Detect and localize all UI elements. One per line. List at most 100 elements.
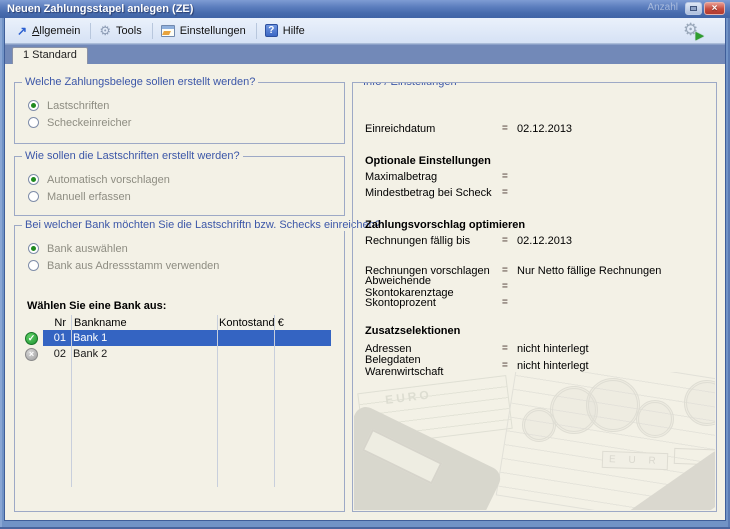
settings-window-icon bbox=[161, 25, 175, 37]
equals-icon: = bbox=[502, 265, 517, 276]
group-bank-auswahl: Bei welcher Bank möchten Sie die Lastsch… bbox=[14, 225, 345, 512]
app-window: Neuen Zahlungsstapel anlegen (ZE) Anzahl… bbox=[0, 0, 730, 529]
menu-einstellungen[interactable]: Einstellungen bbox=[155, 23, 254, 39]
field-value[interactable]: nicht hinterlegt bbox=[517, 360, 589, 372]
heading-zahlungsvorschlag: Zahlungsvorschlag optimieren bbox=[365, 217, 708, 232]
group-zahlungsbelege-title: Welche Zahlungsbelege sollen erstellt we… bbox=[22, 76, 258, 88]
table-gridline bbox=[274, 315, 275, 487]
bank-table: Nr Bankname Kontostand € ✓ 01 Bank 1 bbox=[25, 315, 331, 362]
title-bar: Neuen Zahlungsstapel anlegen (ZE) Anzahl… bbox=[0, 0, 730, 18]
field-abweichende-skontokarenztage: Abweichende Skontokarenztage = bbox=[365, 279, 708, 294]
heading-zusatzselektionen: Zusatzselektionen bbox=[365, 323, 708, 338]
menu-tools-label: Tools bbox=[116, 25, 142, 37]
field-maximalbetrag: Maximalbetrag = bbox=[365, 169, 708, 184]
equals-icon: = bbox=[502, 281, 517, 292]
dock-icon bbox=[690, 6, 697, 11]
group-info-einstellungen: Info / Einstellungen Einreichdatum = 02.… bbox=[352, 82, 717, 512]
arrow-up-right-icon: ↗ bbox=[17, 25, 27, 37]
radio-bank-auswaehlen-label: Bank auswählen bbox=[47, 243, 128, 255]
cell-bankname: Bank 2 bbox=[70, 348, 215, 360]
field-label: Belegdaten Warenwirtschaft bbox=[365, 354, 502, 378]
content-area: Welche Zahlungsbelege sollen erstellt we… bbox=[5, 64, 725, 520]
field-value[interactable]: 02.12.2013 bbox=[517, 123, 572, 135]
toolbar-separator bbox=[152, 23, 153, 39]
radio-selected-icon bbox=[28, 174, 39, 185]
group-lastschriften-art-title: Wie sollen die Lastschriften erstellt we… bbox=[22, 150, 243, 162]
radio-bank-auswaehlen[interactable]: Bank auswählen bbox=[28, 240, 344, 257]
bank-table-caption: Wählen Sie eine Bank aus: bbox=[27, 300, 344, 312]
field-label: Maximalbetrag bbox=[365, 171, 502, 183]
menu-hilfe-label: Hilfe bbox=[283, 25, 305, 37]
tab-standard[interactable]: 1 Standard bbox=[12, 47, 88, 64]
equals-icon: = bbox=[502, 235, 517, 246]
radio-selected-icon bbox=[28, 100, 39, 111]
window-title: Neuen Zahlungsstapel anlegen (ZE) bbox=[7, 3, 193, 15]
field-mindestbetrag-scheck: Mindestbetrag bei Scheck = bbox=[365, 185, 708, 200]
field-rechnungen-faellig-bis: Rechnungen fällig bis = 02.12.2013 bbox=[365, 233, 708, 248]
toolbar-separator bbox=[256, 23, 257, 39]
equals-icon: = bbox=[502, 297, 517, 308]
menu-allgemein[interactable]: ↗ Allgemein bbox=[11, 23, 88, 39]
right-panel: Info / Einstellungen Einreichdatum = 02.… bbox=[352, 76, 717, 512]
coin-shape bbox=[522, 408, 556, 442]
left-panel: Welche Zahlungsbelege sollen erstellt we… bbox=[14, 76, 345, 512]
radio-unselected-icon bbox=[28, 191, 39, 202]
field-label: Einreichdatum bbox=[365, 123, 502, 135]
radio-unselected-icon bbox=[28, 117, 39, 128]
menu-hilfe[interactable]: ? Hilfe bbox=[259, 22, 313, 39]
table-gridline bbox=[71, 315, 72, 487]
group-zahlungsbelege: Welche Zahlungsbelege sollen erstellt we… bbox=[14, 82, 345, 144]
field-belegdaten-warenwirtschaft: Belegdaten Warenwirtschaft = nicht hinte… bbox=[365, 358, 708, 373]
field-value[interactable]: Nur Netto fällige Rechnungen bbox=[517, 265, 661, 277]
radio-lastschriften-label: Lastschriften bbox=[47, 100, 109, 112]
field-label: Abweichende Skontokarenztage bbox=[365, 275, 502, 299]
coin-shape bbox=[586, 378, 640, 432]
field-label: Mindestbetrag bei Scheck bbox=[365, 187, 502, 199]
heading-label: Optionale Einstellungen bbox=[365, 155, 491, 167]
equals-icon: = bbox=[502, 360, 517, 371]
titlebar-anzahl-text: Anzahl bbox=[647, 2, 678, 13]
field-label: Skontoprozent bbox=[365, 297, 502, 309]
table-gridline bbox=[217, 315, 218, 487]
cell-nr: 02 bbox=[43, 348, 70, 360]
radio-automatisch-vorschlagen[interactable]: Automatisch vorschlagen bbox=[28, 171, 344, 188]
heading-optionale-einstellungen: Optionale Einstellungen bbox=[365, 153, 708, 168]
equals-icon: = bbox=[502, 343, 517, 354]
radio-selected-icon bbox=[28, 243, 39, 254]
menu-einstellungen-label: Einstellungen bbox=[180, 25, 246, 37]
cell-nr: 01 bbox=[43, 332, 70, 344]
field-einreichdatum: Einreichdatum = 02.12.2013 bbox=[365, 121, 708, 136]
column-header-kontostand: Kontostand € bbox=[215, 317, 331, 329]
radio-manuell-erfassen[interactable]: Manuell erfassen bbox=[28, 188, 344, 205]
radio-manuell-label: Manuell erfassen bbox=[47, 191, 131, 203]
check-icon: ✓ bbox=[25, 332, 38, 345]
field-value[interactable]: 02.12.2013 bbox=[517, 235, 572, 247]
calculator-display bbox=[362, 429, 443, 485]
heading-label: Zusatzselektionen bbox=[365, 325, 460, 337]
field-value[interactable]: nicht hinterlegt bbox=[517, 343, 589, 355]
field-label: Rechnungen fällig bis bbox=[365, 235, 502, 247]
equals-icon: = bbox=[502, 123, 517, 134]
heading-label: Zahlungsvorschlag optimieren bbox=[365, 219, 525, 231]
gears-icon: ⚙ bbox=[99, 24, 111, 37]
column-header-bankname: Bankname bbox=[70, 317, 215, 329]
radio-automatisch-label: Automatisch vorschlagen bbox=[47, 174, 170, 186]
money-watermark-image: EURO E U R bbox=[354, 372, 715, 510]
cross-icon: × bbox=[25, 348, 38, 361]
radio-lastschriften[interactable]: Lastschriften bbox=[28, 97, 344, 114]
equals-icon: = bbox=[502, 187, 517, 198]
radio-scheckeinreicher-label: Scheckeinreicher bbox=[47, 117, 131, 129]
window-dock-button[interactable] bbox=[685, 2, 702, 15]
run-settings-button[interactable]: ⚙ ▶ bbox=[683, 21, 703, 41]
radio-unselected-icon bbox=[28, 260, 39, 271]
menu-tools[interactable]: ⚙ Tools bbox=[93, 22, 149, 39]
cell-bankname: Bank 1 bbox=[70, 332, 215, 344]
banknote-euro-text: EURO bbox=[384, 387, 432, 407]
toolbar-separator bbox=[90, 23, 91, 39]
menu-allgemein-label: Allgemein bbox=[32, 25, 80, 37]
radio-bank-adressstamm[interactable]: Bank aus Adressstamm verwenden bbox=[28, 257, 344, 274]
radio-scheckeinreicher[interactable]: Scheckeinreicher bbox=[28, 114, 344, 131]
tab-strip: 1 Standard bbox=[5, 44, 725, 64]
close-button[interactable]: × bbox=[704, 2, 725, 15]
group-bank-auswahl-title: Bei welcher Bank möchten Sie die Lastsch… bbox=[22, 219, 384, 231]
